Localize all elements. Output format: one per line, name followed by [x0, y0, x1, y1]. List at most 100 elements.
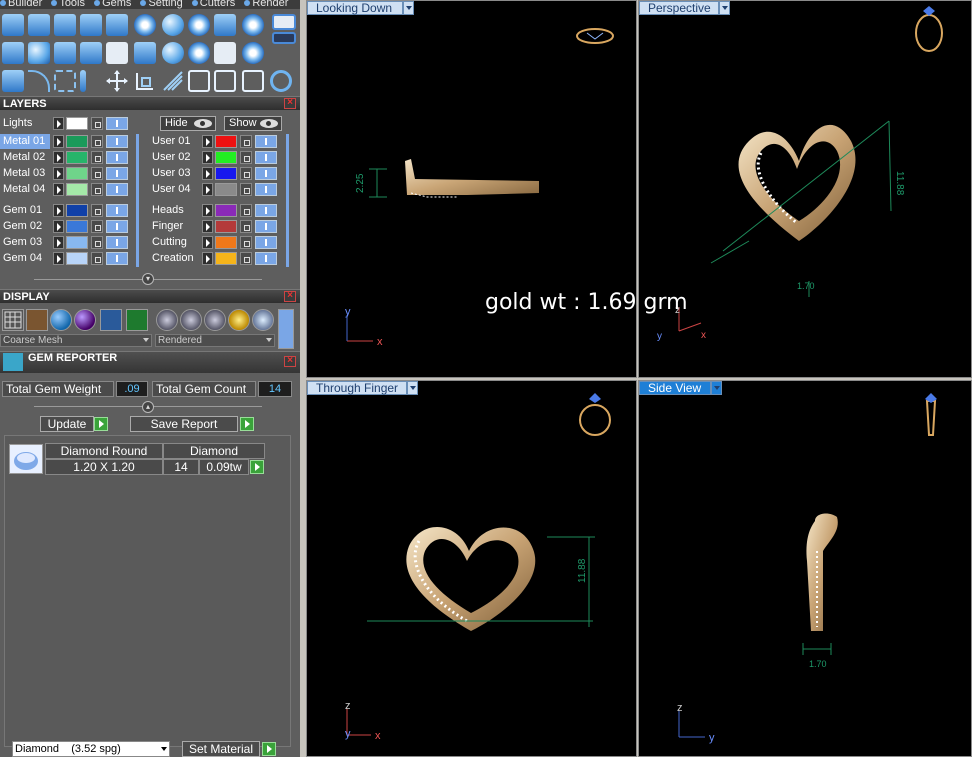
play-icon[interactable] — [53, 236, 64, 249]
layer-color-swatch[interactable] — [215, 204, 237, 217]
layer-row[interactable]: User 03 — [149, 166, 285, 181]
viewport-tab-looking-down[interactable]: Looking Down — [307, 1, 414, 15]
layer-name[interactable]: Metal 03 — [0, 166, 50, 181]
layer-row[interactable]: Gem 01 — [0, 203, 136, 218]
layer-row[interactable]: Metal 04 — [0, 182, 136, 197]
secondary-toggle-icon[interactable] — [272, 32, 296, 44]
chevron-down-icon[interactable] — [407, 381, 418, 395]
play-icon[interactable] — [53, 135, 64, 148]
layer-name[interactable]: User 04 — [149, 182, 199, 197]
close-icon[interactable]: × — [284, 98, 296, 109]
visibility-toggle[interactable] — [255, 204, 277, 217]
layer-row[interactable]: Gem 03 — [0, 235, 136, 250]
layer-color-swatch[interactable] — [66, 204, 88, 217]
layer-row[interactable]: Heads — [149, 203, 285, 218]
layer-color-swatch[interactable] — [215, 183, 237, 196]
viewport-tab-through-finger[interactable]: Through Finger — [307, 381, 418, 395]
move-icon[interactable] — [106, 70, 128, 92]
metal-silver-icon[interactable] — [156, 309, 178, 331]
visibility-toggle[interactable] — [255, 252, 277, 265]
play-icon[interactable] — [202, 236, 213, 249]
visibility-toggle[interactable] — [106, 135, 128, 148]
sphere-icon[interactable] — [162, 42, 184, 64]
figure-icon[interactable] — [26, 309, 48, 331]
menu-cutters[interactable]: Cutters — [191, 0, 238, 9]
visibility-toggle[interactable] — [255, 135, 277, 148]
play-icon[interactable] — [53, 204, 64, 217]
layer-name[interactable]: Creation — [149, 251, 199, 266]
layer-color-swatch[interactable] — [66, 236, 88, 249]
chevron-down-icon[interactable] — [719, 1, 730, 15]
page-icon[interactable] — [106, 42, 128, 64]
close-icon[interactable]: × — [284, 356, 296, 367]
metal-steel-icon[interactable] — [252, 309, 274, 331]
link-icon[interactable] — [188, 70, 210, 92]
layer-name[interactable]: Gem 02 — [0, 219, 50, 234]
visibility-toggle[interactable] — [106, 167, 128, 180]
render-mode-select[interactable]: Rendered — [155, 334, 275, 347]
metal-gold-icon[interactable] — [228, 309, 250, 331]
layer-row[interactable]: User 04 — [149, 182, 285, 197]
viewport-perspective[interactable]: 11.88 1.70 y z x Perspective — [638, 0, 972, 378]
layer-row[interactable]: Metal 02 — [0, 150, 136, 165]
viewport-through-finger[interactable]: 11.88 z y x Through Finger — [306, 380, 637, 757]
visibility-toggle[interactable] — [106, 183, 128, 196]
hide-button[interactable]: Hide — [160, 116, 216, 131]
viewport-looking-down[interactable]: 2.25 y x Looking Down — [306, 0, 637, 378]
viewport-side-view[interactable]: 1.70 z y Side View — [638, 380, 972, 757]
lock-icon[interactable] — [91, 183, 103, 196]
shaded-sphere-icon[interactable] — [50, 309, 72, 331]
visibility-toggle[interactable] — [255, 183, 277, 196]
blocks-icon[interactable] — [2, 70, 24, 92]
collapse-icon[interactable]: ▴ — [142, 401, 154, 413]
visibility-toggle[interactable] — [255, 236, 277, 249]
lock-icon[interactable] — [240, 220, 252, 233]
show-button[interactable]: Show — [224, 116, 282, 131]
layers-right-scrollbar[interactable] — [286, 134, 289, 267]
bezel-icon[interactable] — [106, 14, 128, 36]
visibility-toggle[interactable] — [255, 151, 277, 164]
lock-icon[interactable] — [240, 151, 252, 164]
menu-builder[interactable]: Builder — [0, 0, 45, 9]
ring-rail-icon[interactable] — [2, 14, 24, 36]
play-icon[interactable] — [202, 135, 213, 148]
play-icon[interactable] — [202, 183, 213, 196]
window-toggle-icon[interactable] — [272, 14, 296, 30]
lock-icon[interactable] — [91, 167, 103, 180]
cut-icon[interactable] — [242, 70, 264, 92]
layer-name[interactable]: Gem 03 — [0, 235, 50, 250]
shank-icon[interactable] — [54, 14, 76, 36]
visibility-toggle[interactable] — [106, 236, 128, 249]
layer-row[interactable]: Metal 01 — [0, 134, 136, 149]
update-button[interactable]: Update — [40, 416, 94, 432]
layer-name[interactable]: Cutting — [149, 235, 199, 250]
lights-color-swatch[interactable] — [66, 117, 88, 130]
lock-icon[interactable] — [240, 135, 252, 148]
bar-icon[interactable] — [54, 42, 76, 64]
play-icon[interactable] — [202, 220, 213, 233]
layer-row[interactable]: User 01 — [149, 134, 285, 149]
visibility-toggle[interactable] — [106, 220, 128, 233]
layer-name[interactable]: User 02 — [149, 150, 199, 165]
play-icon[interactable] — [53, 220, 64, 233]
play-icon[interactable] — [53, 117, 64, 130]
play-icon[interactable] — [202, 167, 213, 180]
metal-white-icon[interactable] — [180, 309, 202, 331]
lock-icon[interactable] — [91, 252, 103, 265]
layer-color-swatch[interactable] — [66, 135, 88, 148]
layer-name[interactable]: Metal 01 — [0, 134, 50, 149]
lock-icon[interactable] — [240, 183, 252, 196]
lock-icon[interactable] — [240, 252, 252, 265]
mesh-mode-select[interactable]: Coarse Mesh — [0, 334, 152, 347]
lock-icon[interactable] — [91, 220, 103, 233]
lock-icon[interactable] — [240, 236, 252, 249]
collapse-icon[interactable]: ▾ — [142, 273, 154, 285]
starburst-icon[interactable] — [188, 42, 210, 64]
gem-row-action-icon[interactable] — [250, 460, 264, 474]
circle-icon[interactable] — [270, 70, 292, 92]
layer-name[interactable]: Metal 04 — [0, 182, 50, 197]
layer-name[interactable]: Gem 04 — [0, 251, 50, 266]
chevron-down-icon[interactable] — [403, 1, 414, 15]
align-icon[interactable] — [214, 70, 236, 92]
visibility-toggle[interactable] — [106, 204, 128, 217]
